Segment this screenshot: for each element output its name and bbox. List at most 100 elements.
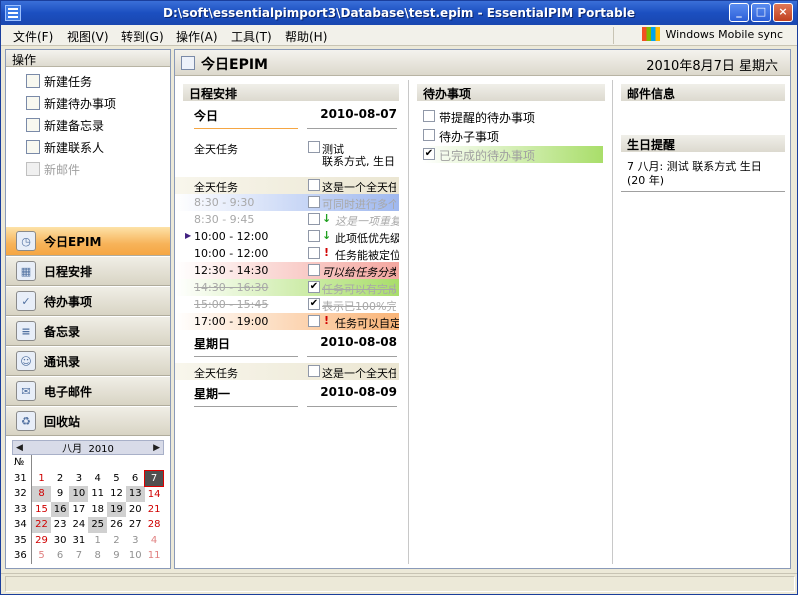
calendar-day[interactable]: 4 (88, 471, 107, 487)
calendar-day[interactable]: 23 (51, 517, 70, 533)
calendar-day[interactable]: 11 (88, 486, 107, 502)
window-title: D:\soft\essentialpimport3\Database\test.… (163, 6, 635, 20)
calendar-day[interactable]: 9 (51, 486, 70, 502)
calendar-day-today[interactable]: 7 (144, 470, 164, 487)
new-task-link[interactable]: 新建任务 (6, 70, 170, 92)
calendar-day[interactable]: 3 (69, 471, 88, 487)
new-contact-label: 新建联系人 (44, 140, 105, 155)
calendar-day[interactable]: 30 (51, 533, 70, 549)
new-contact-link[interactable]: 新建联系人 (6, 136, 170, 158)
birthday-entry[interactable]: 7 八月: 测试 联系方式 生日 (20 年) (621, 152, 785, 192)
menu-tools[interactable]: 工具(T) (231, 28, 272, 45)
schedule-row[interactable]: ▶ 10:00 - 12:00 ↓ 此项低优先级 (175, 228, 399, 245)
nav-today[interactable]: ◷ 今日EPIM (6, 226, 170, 256)
event-checkbox[interactable] (308, 230, 320, 242)
calendar-day[interactable]: 1 (88, 533, 107, 549)
allday-label: 全天任务 (194, 367, 238, 380)
calendar-day[interactable]: 20 (126, 502, 145, 518)
schedule-row[interactable]: 17:00 - 19:00 ! 任务可以自定 (175, 313, 399, 330)
calendar-day[interactable]: 31 (69, 533, 88, 549)
calendar-day[interactable]: 2 (51, 471, 70, 487)
nav-contacts-label: 通讯录 (44, 354, 81, 369)
page-title: 今日EPIM (201, 57, 268, 73)
calendar-day[interactable]: 26 (107, 517, 126, 533)
todo-item[interactable]: ✔ 已完成的待办事项 (423, 146, 603, 163)
todo-checkbox-checked[interactable]: ✔ (423, 148, 435, 160)
nav-notes-label: 备忘录 (44, 324, 81, 339)
calendar-day[interactable]: 3 (126, 533, 145, 549)
event-checkbox[interactable] (308, 264, 320, 276)
calendar-day[interactable]: 8 (88, 548, 107, 564)
new-todo-link[interactable]: 新建待办事项 (6, 92, 170, 114)
calendar-day[interactable]: 27 (126, 517, 145, 533)
event-checkbox-checked[interactable]: ✔ (308, 281, 320, 293)
calendar-day[interactable]: 19 (107, 501, 126, 517)
nav-contacts[interactable]: ☺ 通讯录 (6, 346, 170, 376)
maximize-button[interactable]: □ (751, 3, 771, 22)
menu-view[interactable]: 视图(V) (67, 28, 109, 45)
calendar-day[interactable]: 6 (126, 471, 145, 487)
event-checkbox[interactable] (308, 247, 320, 259)
calendar-day[interactable]: 8 (31, 486, 51, 502)
menu-goto[interactable]: 转到(G) (121, 28, 164, 45)
calendar-day[interactable]: 13 (125, 486, 145, 502)
calendar-day[interactable]: 10 (126, 548, 145, 564)
calendar-day[interactable]: 5 (32, 548, 51, 564)
todo-checkbox[interactable] (423, 110, 435, 122)
calendar-day[interactable]: 5 (107, 471, 126, 487)
minimize-button[interactable]: _ (729, 3, 749, 22)
calendar-day[interactable]: 18 (88, 502, 107, 518)
calendar-day[interactable]: 25 (88, 517, 108, 533)
event-checkbox[interactable] (308, 365, 320, 377)
event-checkbox-checked[interactable]: ✔ (308, 298, 320, 310)
calendar-day[interactable]: 12 (107, 486, 126, 502)
todo-item[interactable]: 待办子事项 (423, 127, 603, 144)
week-number: 32 (12, 486, 33, 502)
next-month-arrow-icon[interactable]: ▶ (153, 443, 160, 453)
windows-mobile-sync-button[interactable]: Windows Mobile sync (641, 27, 783, 41)
calendar-day[interactable]: 24 (69, 517, 88, 533)
calendar-day[interactable]: 16 (50, 501, 70, 517)
nav-schedule[interactable]: ▦ 日程安排 (6, 256, 170, 286)
close-button[interactable]: × (773, 3, 793, 22)
schedule-row[interactable]: 14:30 - 16:30 ✔ 任务可以有完成 (175, 279, 399, 296)
new-note-link[interactable]: 新建备忘录 (6, 114, 170, 136)
schedule-row[interactable]: 15:00 - 15:45 ✔ 表示已100%完成 (175, 296, 399, 313)
menu-separator (613, 27, 614, 44)
calendar-day[interactable]: 21 (145, 502, 164, 518)
mail-header: 邮件信息 (621, 84, 785, 101)
event-time: 8:30 - 9:45 (194, 213, 255, 226)
schedule-row[interactable]: 12:30 - 14:30 可以给任务分类 (175, 262, 399, 279)
calendar-day[interactable]: 14 (145, 486, 164, 502)
schedule-row[interactable]: 10:00 - 12:00 ! 任务能被定位 (175, 245, 399, 262)
calendar-day[interactable]: 22 (31, 517, 51, 533)
nav-todo[interactable]: ✓ 待办事项 (6, 286, 170, 316)
high-priority-icon: ! (324, 314, 330, 327)
nav-email[interactable]: ✉ 电子邮件 (6, 376, 170, 406)
calendar-day[interactable]: 29 (32, 533, 51, 549)
calendar-day[interactable]: 2 (107, 533, 126, 549)
event-checkbox[interactable] (308, 213, 320, 225)
todo-checkbox[interactable] (423, 129, 435, 141)
calendar-day[interactable]: 11 (145, 548, 164, 564)
calendar-day[interactable]: 4 (145, 533, 164, 549)
event-checkbox[interactable] (308, 315, 320, 327)
calendar-day[interactable]: 10 (69, 486, 89, 502)
calendar-day[interactable]: 15 (32, 502, 51, 518)
todo-item[interactable]: 带提醒的待办事项 (423, 108, 603, 125)
menu-help[interactable]: 帮助(H) (285, 28, 327, 45)
schedule-row[interactable]: 8:30 - 9:45 ↓ 这是一项重复任务 (175, 211, 399, 228)
nav-recycle[interactable]: ♻ 回收站 (6, 406, 170, 436)
nav-notes[interactable]: ≡ 备忘录 (6, 316, 170, 346)
calendar-day[interactable]: 1 (32, 471, 51, 487)
calendar-day[interactable]: 17 (69, 502, 88, 518)
calendar-day[interactable]: 9 (107, 548, 126, 564)
calendar-day[interactable]: 6 (51, 548, 70, 564)
menu-file[interactable]: 文件(F) (13, 28, 53, 45)
menu-actions[interactable]: 操作(A) (176, 28, 218, 45)
calendar-day[interactable]: 7 (69, 548, 88, 564)
title-bar[interactable]: D:\soft\essentialpimport3\Database\test.… (1, 1, 797, 25)
calendar-day[interactable]: 28 (145, 517, 164, 533)
prev-month-arrow-icon[interactable]: ◀ (16, 443, 23, 453)
allday-event[interactable]: 全天任务 这是一个全天任务 (175, 363, 399, 380)
